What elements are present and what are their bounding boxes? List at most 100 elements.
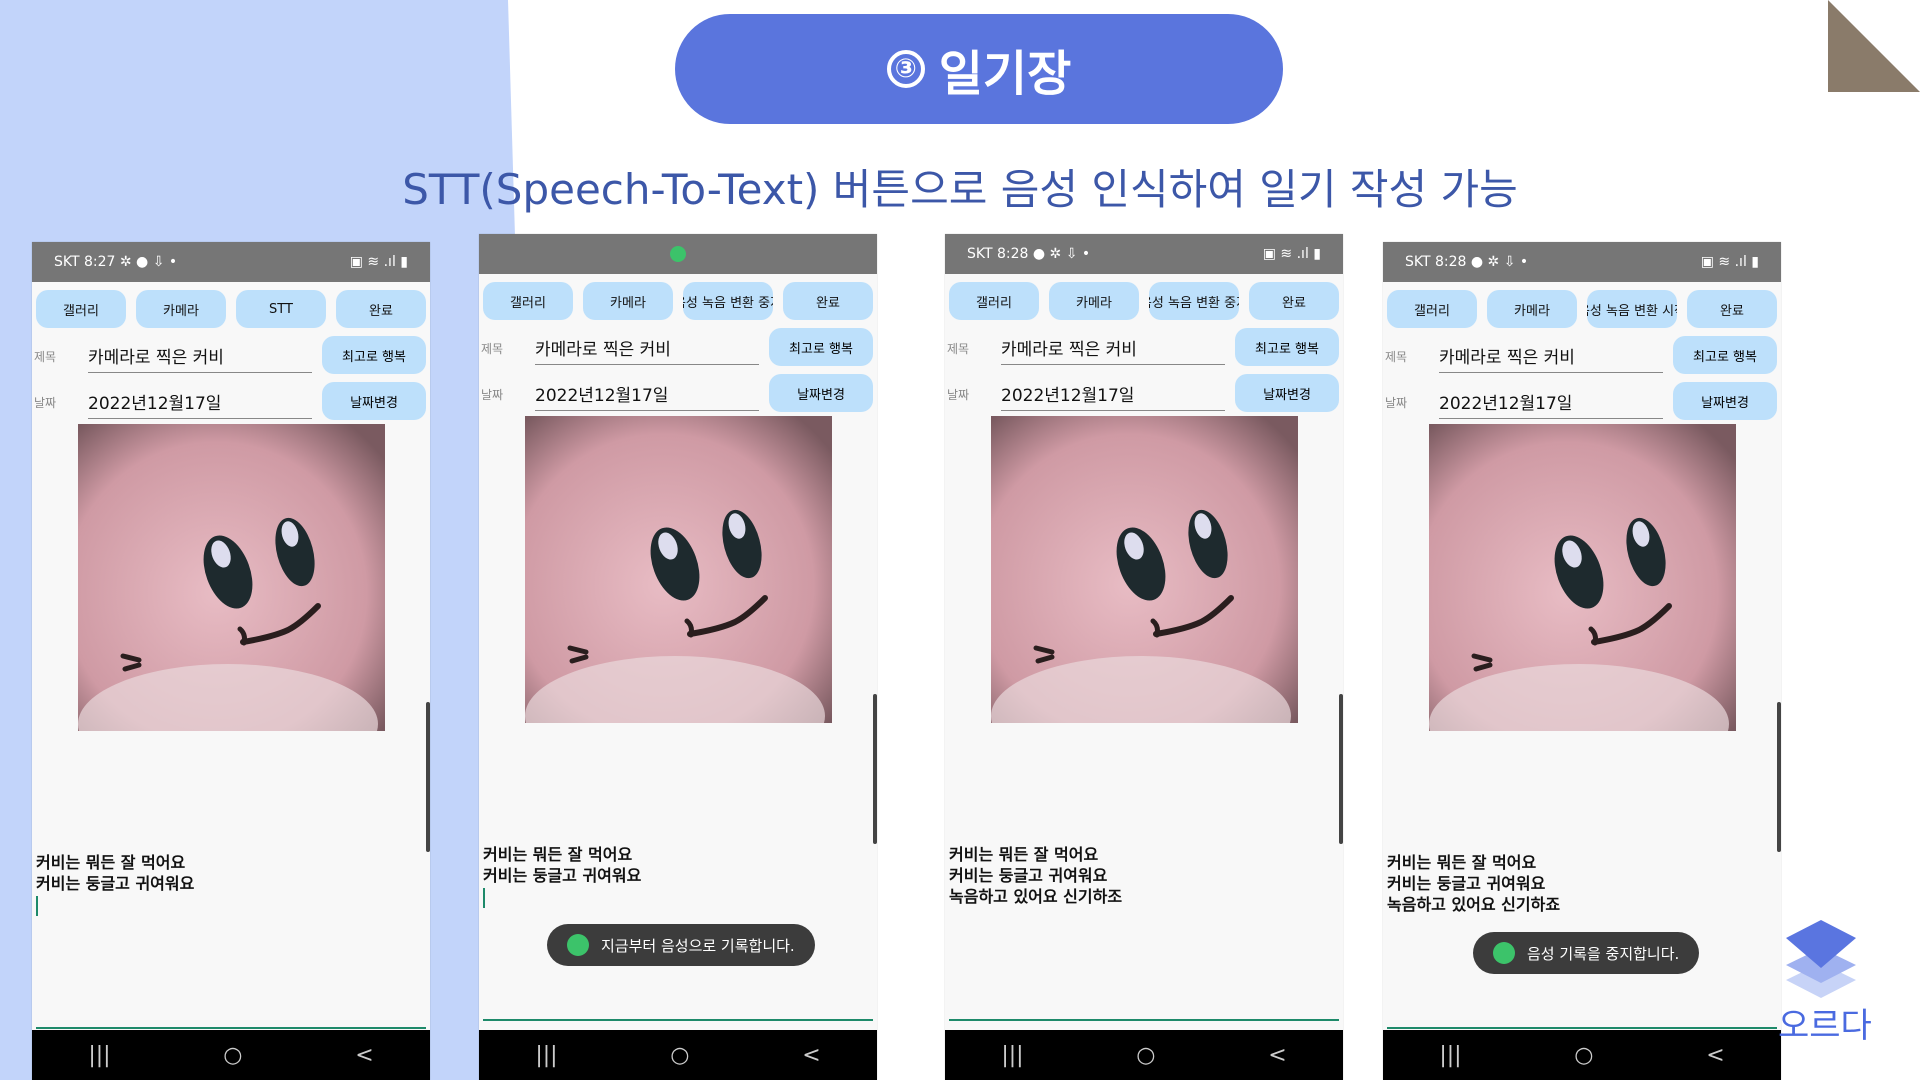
scrollbar[interactable]: [1777, 702, 1781, 852]
corner-fold-decoration: [1828, 0, 1920, 92]
diary-text-area[interactable]: 커비는 뭐든 잘 먹어요 커비는 둥글고 귀여워요: [36, 852, 194, 916]
date-label: 날짜: [34, 396, 57, 410]
date-field-row: 날짜 2022년12월17일 날짜변경: [32, 380, 430, 426]
status-bar: [479, 234, 877, 274]
done-button[interactable]: 완료: [1687, 290, 1777, 328]
android-nav-bar: ||| ○ <: [1383, 1030, 1781, 1080]
diary-photo: [525, 416, 832, 723]
back-icon[interactable]: <: [802, 1043, 820, 1068]
title-input[interactable]: 카메라로 찍은 커비: [1439, 343, 1663, 373]
date-input[interactable]: 2022년12월17일: [535, 381, 759, 411]
text-cursor: [483, 888, 485, 908]
home-icon[interactable]: ○: [670, 1043, 689, 1068]
phone-screen: SKT 8:28 ● ✲ ⇩ • ▣ ≋ .ıl ▮ 갤러리 카메라 음성 녹음 변환 …: [1383, 242, 1781, 1080]
camera-button[interactable]: 카메라: [136, 290, 226, 328]
gallery-button[interactable]: 갤러리: [1387, 290, 1477, 328]
recent-apps-icon[interactable]: |||: [1001, 1043, 1023, 1068]
title-field-row: 제목 카메라로 찍은 커비 최고로 행복: [32, 334, 430, 380]
date-field-row: 날짜 2022년12월17일 날짜변경: [945, 372, 1343, 418]
android-nav-bar: ||| ○ <: [479, 1030, 877, 1080]
title-label: 제목: [947, 342, 970, 356]
status-bar: SKT 8:27 ✲ ● ⇩ • ▣ ≋ .ıl ▮: [32, 242, 430, 282]
scrollbar[interactable]: [426, 702, 430, 852]
diary-photo: [991, 416, 1298, 723]
text-field-underline: [36, 1027, 426, 1029]
status-left: SKT 8:28 ● ✲ ⇩ •: [1405, 254, 1529, 270]
android-nav-bar: ||| ○ <: [32, 1030, 430, 1080]
change-date-button[interactable]: 날짜변경: [1235, 374, 1339, 412]
camera-button[interactable]: 카메라: [1049, 282, 1139, 320]
status-bar: SKT 8:28 ● ✲ ⇩ • ▣ ≋ .ıl ▮: [1383, 242, 1781, 282]
mood-button[interactable]: 최고로 행복: [769, 328, 873, 366]
diary-text-area[interactable]: 커비는 뭐든 잘 먹어요 커비는 둥글고 귀여워요: [483, 844, 641, 908]
title-input[interactable]: 카메라로 찍은 커비: [88, 343, 312, 373]
done-button[interactable]: 완료: [783, 282, 873, 320]
phone-screen: SKT 8:27 ✲ ● ⇩ • ▣ ≋ .ıl ▮ 갤러리 카메라 STT 완료제목 카메…: [32, 242, 430, 1080]
scrollbar[interactable]: [873, 694, 877, 844]
text-field-underline: [483, 1019, 873, 1021]
text-field-underline: [1387, 1027, 1777, 1029]
back-icon[interactable]: <: [1706, 1043, 1724, 1068]
stt-button[interactable]: STT: [236, 290, 326, 328]
title-input[interactable]: 카메라로 찍은 커비: [535, 335, 759, 365]
action-button-row: 갤러리 카메라 음성 녹음 변환 시작 완료: [1383, 282, 1781, 328]
slide-title-pill: ③ 일기장: [675, 14, 1283, 124]
stt-button[interactable]: 음성 녹음 변환 중지: [683, 282, 773, 320]
gallery-button[interactable]: 갤러리: [36, 290, 126, 328]
toast-text: 지금부터 음성으로 기록합니다.: [601, 936, 795, 955]
home-icon[interactable]: ○: [1136, 1043, 1155, 1068]
step-number-badge: ③: [886, 50, 925, 88]
android-nav-bar: ||| ○ <: [945, 1030, 1343, 1080]
change-date-button[interactable]: 날짜변경: [322, 382, 426, 420]
diary-text-line: 커비는 뭐든 잘 먹어요: [483, 845, 633, 864]
title-field-row: 제목 카메라로 찍은 커비 최고로 행복: [479, 326, 877, 372]
back-icon[interactable]: <: [355, 1043, 373, 1068]
status-right-icons: ▣ ≋ .ıl ▮: [349, 254, 408, 270]
diary-photo: [1429, 424, 1736, 731]
date-field-row: 날짜 2022년12월17일 날짜변경: [1383, 380, 1781, 426]
date-input[interactable]: 2022년12월17일: [1001, 381, 1225, 411]
diary-text-line: 녹음하고 있어요 신기하조: [949, 887, 1123, 906]
mood-button[interactable]: 최고로 행복: [322, 336, 426, 374]
home-icon[interactable]: ○: [1574, 1043, 1593, 1068]
recent-apps-icon[interactable]: |||: [1439, 1043, 1461, 1068]
toast-message: 음성 기록을 중지합니다.: [1473, 932, 1700, 974]
title-label: 제목: [481, 342, 504, 356]
done-button[interactable]: 완료: [336, 290, 426, 328]
title-label: 제목: [34, 350, 57, 364]
diary-text-line: 녹음하고 있어요 신기하죠: [1387, 895, 1561, 914]
date-input[interactable]: 2022년12월17일: [88, 389, 312, 419]
slide-title: 일기장: [938, 46, 1072, 102]
status-left: SKT 8:27 ✲ ● ⇩ •: [54, 254, 178, 270]
diary-text-line: 커비는 둥글고 귀여워요: [1387, 874, 1546, 893]
stt-button[interactable]: 음성 녹음 변환 시작: [1587, 290, 1677, 328]
mood-button[interactable]: 최고로 행복: [1673, 336, 1777, 374]
title-input[interactable]: 카메라로 찍은 커비: [1001, 335, 1225, 365]
diary-photo: [78, 424, 385, 731]
mood-button[interactable]: 최고로 행복: [1235, 328, 1339, 366]
camera-button[interactable]: 카메라: [583, 282, 673, 320]
title-field-row: 제목 카메라로 찍은 커비 최고로 행복: [1383, 334, 1781, 380]
diary-text-area[interactable]: 커비는 뭐든 잘 먹어요커비는 둥글고 귀여워요녹음하고 있어요 신기하죠: [1387, 852, 1560, 915]
gallery-button[interactable]: 갤러리: [949, 282, 1039, 320]
gallery-button[interactable]: 갤러리: [483, 282, 573, 320]
change-date-button[interactable]: 날짜변경: [769, 374, 873, 412]
recent-apps-icon[interactable]: |||: [88, 1043, 110, 1068]
slide-subtitle: STT(Speech-To-Text) 버튼으로 음성 인식하여 일기 작성 가…: [402, 165, 1518, 214]
done-button[interactable]: 완료: [1249, 282, 1339, 320]
android-icon: [567, 934, 589, 956]
date-input[interactable]: 2022년12월17일: [1439, 389, 1663, 419]
camera-button[interactable]: 카메라: [1487, 290, 1577, 328]
diary-text-area[interactable]: 커비는 뭐든 잘 먹어요 커비는 둥글고 귀여워요 녹음하고 있어요 신기하조: [949, 844, 1122, 907]
scrollbar[interactable]: [1339, 694, 1343, 844]
stt-button[interactable]: 음성 녹음 변환 중지: [1149, 282, 1239, 320]
date-label: 날짜: [1385, 396, 1408, 410]
back-icon[interactable]: <: [1268, 1043, 1286, 1068]
change-date-button[interactable]: 날짜변경: [1673, 382, 1777, 420]
recent-apps-icon[interactable]: |||: [535, 1043, 557, 1068]
home-icon[interactable]: ○: [223, 1043, 242, 1068]
action-button-row: 갤러리 카메라 음성 녹음 변환 중지 완료: [479, 274, 877, 320]
text-cursor: [36, 896, 38, 916]
logo-text: 오르다: [1778, 1006, 1872, 1046]
diary-text-line: 커비는 뭐든 잘 먹어요: [1387, 853, 1537, 872]
